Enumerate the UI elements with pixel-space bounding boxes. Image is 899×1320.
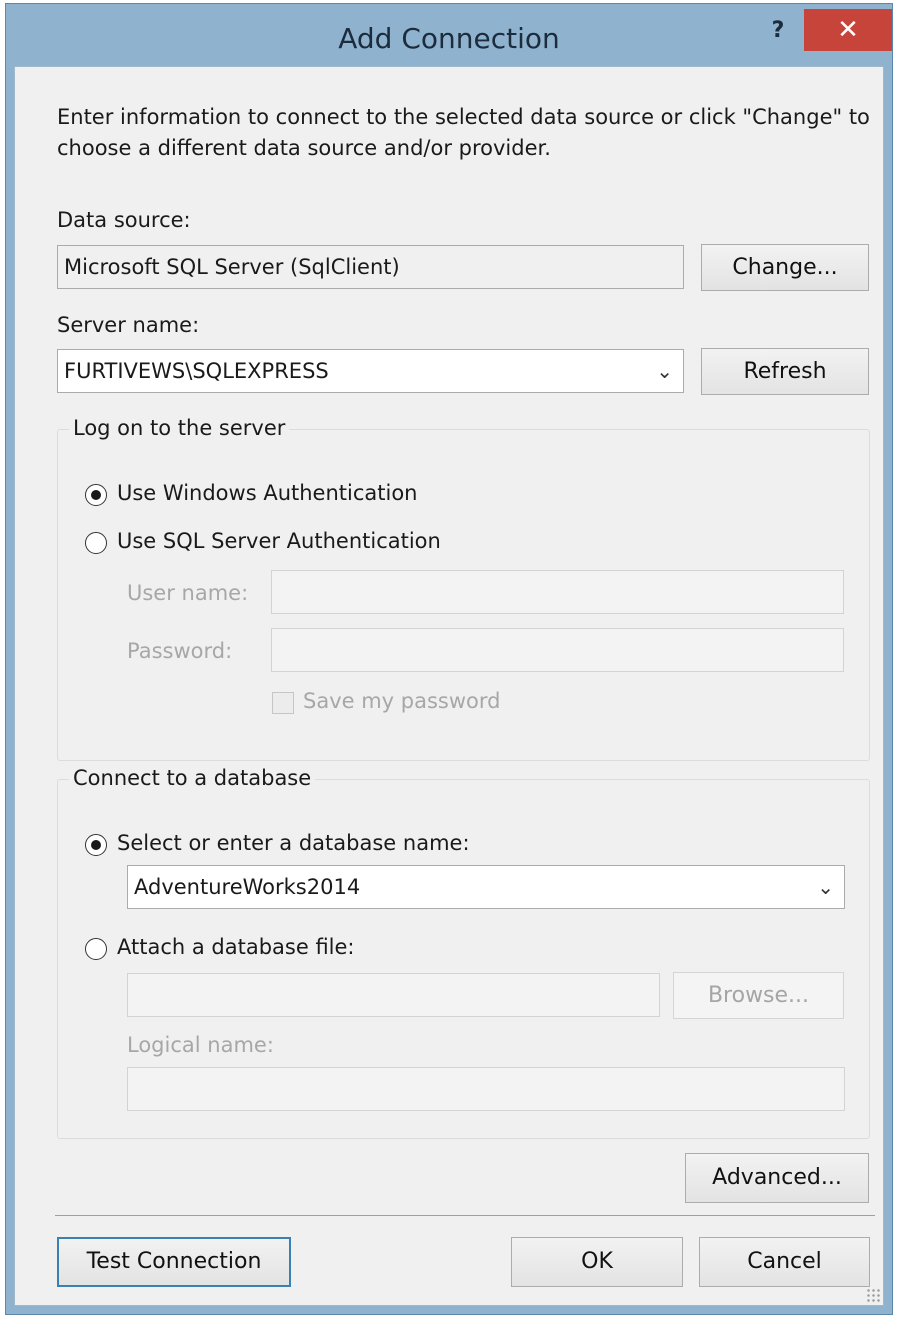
dialog-body: Enter information to connect to the sele… [14, 66, 884, 1306]
help-icon[interactable]: ? [760, 14, 796, 48]
change-button[interactable]: Change... [701, 244, 869, 291]
add-connection-dialog: Add Connection ? ✕ Enter information to … [5, 3, 893, 1315]
button-separator [55, 1215, 875, 1216]
chevron-down-icon[interactable]: ⌄ [656, 350, 673, 392]
attach-file-radio[interactable] [85, 938, 107, 960]
password-field[interactable] [271, 628, 844, 672]
browse-button[interactable]: Browse... [673, 972, 844, 1019]
close-icon[interactable]: ✕ [804, 9, 892, 51]
intro-text: Enter information to connect to the sele… [57, 105, 870, 160]
select-database-radio[interactable] [85, 834, 107, 856]
save-password-label[interactable]: Save my password [303, 689, 500, 713]
server-name-combobox[interactable]: FURTIVEWS\SQLEXPRESS ⌄ [57, 349, 684, 393]
windows-auth-radio[interactable] [85, 484, 107, 506]
cancel-button[interactable]: Cancel [699, 1237, 870, 1287]
database-group-title: Connect to a database [69, 766, 316, 790]
logical-name-field[interactable] [127, 1067, 845, 1111]
password-label: Password: [127, 639, 233, 663]
title-bar[interactable]: Add Connection ? ✕ [6, 4, 892, 66]
sql-auth-label[interactable]: Use SQL Server Authentication [117, 529, 441, 553]
attach-file-label[interactable]: Attach a database file: [117, 935, 355, 959]
sql-auth-radio[interactable] [85, 532, 107, 554]
database-name-combobox[interactable]: AdventureWorks2014 ⌄ [127, 865, 845, 909]
refresh-button[interactable]: Refresh [701, 348, 869, 395]
ok-button[interactable]: OK [511, 1237, 683, 1287]
user-name-field[interactable] [271, 570, 844, 614]
logon-group-title: Log on to the server [69, 416, 290, 440]
save-password-checkbox[interactable] [272, 692, 294, 714]
logical-name-label: Logical name: [127, 1033, 274, 1057]
server-name-label: Server name: [57, 313, 200, 337]
chevron-down-icon[interactable]: ⌄ [817, 866, 834, 908]
windows-auth-label[interactable]: Use Windows Authentication [117, 481, 417, 505]
test-connection-button[interactable]: Test Connection [57, 1237, 291, 1287]
server-name-value: FURTIVEWS\SQLEXPRESS [64, 359, 329, 383]
resize-grip-icon[interactable] [866, 1288, 880, 1302]
data-source-field: Microsoft SQL Server (SqlClient) [57, 245, 684, 289]
attach-file-field[interactable] [127, 973, 660, 1017]
select-database-label[interactable]: Select or enter a database name: [117, 831, 470, 855]
advanced-button[interactable]: Advanced... [685, 1153, 869, 1203]
database-name-value: AdventureWorks2014 [134, 875, 361, 899]
user-name-label: User name: [127, 581, 249, 605]
data-source-label: Data source: [57, 208, 191, 232]
